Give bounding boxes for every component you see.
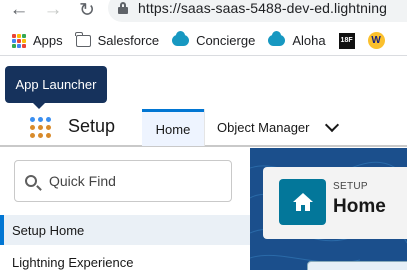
- app-launcher-tooltip: App Launcher: [5, 66, 107, 103]
- bookmark-concierge[interactable]: Concierge: [172, 31, 256, 48]
- bookmark-apps[interactable]: Apps: [12, 33, 63, 48]
- page-title: Home: [333, 196, 386, 217]
- bookmarks-bar: Apps Salesforce Concierge Aloha 18F W: [0, 26, 407, 56]
- browser-toolbar: ← → ↻ https://saas-saas-5488-dev-ed.ligh…: [0, 0, 407, 24]
- lock-icon: [118, 2, 128, 14]
- 18f-icon: 18F: [338, 32, 355, 49]
- nav-item-lightning-experience[interactable]: Lightning Experience: [0, 248, 250, 270]
- app-launcher-icon[interactable]: [30, 117, 51, 138]
- bookmark-label: Concierge: [196, 33, 256, 48]
- content-card-edge: [307, 261, 407, 270]
- folder-icon: [75, 31, 91, 47]
- bookmark-label: Apps: [33, 33, 63, 48]
- salesforce-cloud-icon: [268, 31, 286, 46]
- home-icon: [279, 179, 326, 225]
- nav-item-setup-home[interactable]: Setup Home: [0, 215, 250, 245]
- quick-find-placeholder: Quick Find: [49, 173, 116, 189]
- w-icon: W: [367, 32, 385, 49]
- address-bar[interactable]: https://saas-saas-5488-dev-ed.lightning: [108, 0, 407, 22]
- bookmark-label: Salesforce: [97, 33, 160, 48]
- forward-arrow-icon[interactable]: →: [42, 0, 64, 20]
- bookmark-aloha[interactable]: Aloha: [268, 31, 326, 48]
- bookmark-w[interactable]: W: [367, 32, 385, 49]
- screen: ← → ↻ https://saas-saas-5488-dev-ed.ligh…: [0, 0, 407, 270]
- tooltip-arrow: [33, 103, 45, 109]
- url-text: https://saas-saas-5488-dev-ed.lightning: [138, 0, 388, 16]
- app-name: Setup: [68, 116, 116, 136]
- bookmark-label: Aloha: [292, 33, 326, 48]
- apps-grid-icon: [12, 33, 26, 48]
- tab-home[interactable]: Home: [142, 109, 204, 146]
- page-header-eyebrow: SETUP: [333, 181, 368, 192]
- salesforce-cloud-icon: [172, 31, 190, 46]
- reload-icon[interactable]: ↻: [76, 0, 98, 21]
- bookmark-18f[interactable]: 18F: [338, 32, 355, 49]
- tab-label: Object Manager: [217, 120, 310, 135]
- quick-find-input[interactable]: Quick Find: [14, 160, 232, 202]
- back-arrow-icon[interactable]: ←: [8, 0, 30, 20]
- bookmark-salesforce-folder[interactable]: Salesforce: [75, 31, 160, 48]
- search-icon: [25, 175, 37, 187]
